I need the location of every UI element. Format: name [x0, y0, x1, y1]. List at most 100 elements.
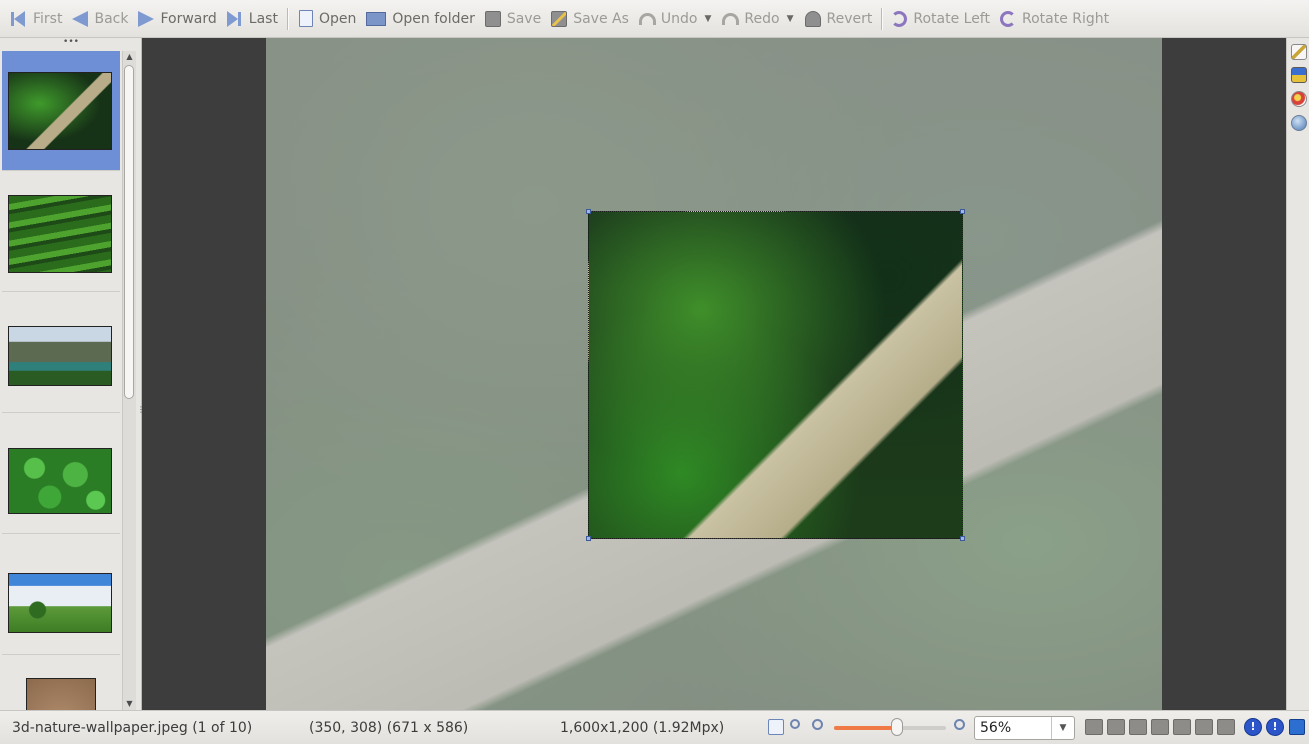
document-icon — [297, 10, 315, 28]
layout-mode-7-icon[interactable] — [1217, 719, 1235, 735]
fullscreen-icon[interactable] — [1289, 719, 1305, 735]
crop-handle-top-right[interactable] — [960, 209, 965, 214]
layout-mode-4-icon[interactable] — [1151, 719, 1169, 735]
undo-dropdown-icon[interactable]: ▼ — [704, 14, 711, 24]
save-label: Save — [506, 10, 542, 27]
thumbnail-item[interactable] — [2, 656, 120, 710]
selection-info: (350, 308) (671 x 586) — [309, 720, 469, 736]
properties-icon[interactable] — [1291, 67, 1307, 83]
scrollbar-thumb[interactable] — [124, 65, 134, 399]
open-label: Open — [318, 10, 357, 27]
strip-grip-icon[interactable]: ••• — [0, 38, 142, 50]
open-button[interactable]: Open — [292, 4, 361, 34]
thumbnail-scrollbar[interactable]: ▲ ▼ — [122, 51, 136, 710]
zoom-slider-fill — [834, 726, 897, 730]
redo-dropdown-icon[interactable]: ▼ — [787, 14, 794, 24]
pencil-floppy-icon — [551, 10, 569, 28]
image-dimensions: 1,600x1,200 (1.92Mpx) — [560, 720, 725, 736]
rotate-right-icon — [999, 10, 1018, 28]
thumbnail-list — [2, 51, 120, 710]
last-label: Last — [248, 10, 278, 27]
layout-mode-6-icon[interactable] — [1195, 719, 1213, 735]
zoom-out-icon[interactable] — [812, 719, 828, 735]
rotate-right-button[interactable]: Rotate Right — [995, 4, 1114, 34]
image-canvas[interactable] — [142, 38, 1286, 710]
first-label: First — [33, 10, 63, 27]
rotate-right-label: Rotate Right — [1021, 10, 1110, 27]
last-arrow-icon — [226, 10, 245, 28]
thumbnail-image-rice-terraces — [8, 195, 112, 273]
pencil-icon[interactable] — [1291, 44, 1307, 60]
crop-handle-bottom-left[interactable] — [586, 536, 591, 541]
back-arrow-icon — [72, 10, 90, 28]
layout-mode-1-icon[interactable] — [1085, 719, 1103, 735]
save-button[interactable]: Save — [480, 4, 546, 34]
last-button[interactable]: Last — [222, 4, 283, 34]
redo-button[interactable]: Redo — [717, 4, 784, 34]
back-button[interactable]: Back — [67, 4, 133, 34]
layout-mode-5-icon[interactable] — [1173, 719, 1191, 735]
thumbnail-item[interactable] — [2, 293, 120, 413]
thumbnail-image-stone-texture — [26, 678, 96, 710]
zoom-slider-knob[interactable] — [891, 718, 903, 736]
globe-icon[interactable] — [1291, 115, 1307, 131]
right-sidebar — [1286, 38, 1309, 710]
filename-label: 3d-nature-wallpaper.jpeg (1 of 10) — [12, 720, 253, 736]
revert-label: Revert — [826, 10, 873, 27]
open-folder-button[interactable]: Open folder — [361, 4, 479, 34]
undo-icon — [638, 10, 657, 28]
crop-handle-top-left[interactable] — [586, 209, 591, 214]
rotate-left-icon — [891, 10, 909, 28]
layout-mode-2-icon[interactable] — [1107, 719, 1125, 735]
info-alt-icon[interactable]: ! — [1266, 718, 1284, 736]
save-as-label: Save As — [573, 10, 629, 27]
undo-button[interactable]: Undo — [634, 4, 703, 34]
undo-label: Undo — [660, 10, 698, 27]
thumbnail-strip: ••• ▲ ▼ ⋮ — [0, 38, 145, 710]
color-icon[interactable] — [1291, 91, 1307, 107]
layout-mode-3-icon[interactable] — [1129, 719, 1147, 735]
thumbnail-item[interactable] — [2, 172, 120, 292]
thumbnail-item[interactable] — [2, 51, 120, 171]
thumbnail-image-green-leaves — [8, 448, 112, 514]
zoom-input[interactable] — [975, 717, 1048, 738]
toolbar-separator — [286, 7, 288, 30]
first-arrow-icon — [11, 10, 29, 28]
zoom-combobox[interactable]: ▼ — [974, 716, 1075, 740]
forward-label: Forward — [160, 10, 217, 27]
displayed-photo — [266, 38, 1162, 710]
info-icon[interactable]: ! — [1244, 718, 1262, 736]
scroll-down-icon[interactable]: ▼ — [123, 698, 136, 710]
scroll-up-icon[interactable]: ▲ — [123, 51, 136, 63]
main-toolbar: First Back Forward Last Open Open folder… — [0, 0, 1309, 38]
zoom-dropdown-icon[interactable]: ▼ — [1051, 717, 1074, 739]
rotate-left-button[interactable]: Rotate Left — [886, 4, 995, 34]
redo-icon — [722, 10, 740, 28]
forward-arrow-icon — [138, 10, 156, 28]
redo-label: Redo — [744, 10, 780, 27]
open-folder-label: Open folder — [392, 10, 475, 27]
zoom-slider[interactable] — [834, 726, 946, 730]
thumbnail-item[interactable] — [2, 535, 120, 655]
thumbnail-image-rock-arch-coast — [8, 326, 112, 386]
folder-icon — [366, 10, 388, 28]
status-bar: 3d-nature-wallpaper.jpeg (1 of 10) (350,… — [0, 710, 1309, 744]
first-button[interactable]: First — [6, 4, 67, 34]
forward-button[interactable]: Forward — [133, 4, 221, 34]
thumbnail-image-forest-boardwalk — [8, 72, 112, 150]
revert-icon — [804, 10, 823, 28]
toolbar-separator — [881, 7, 883, 30]
crop-handle-bottom-right[interactable] — [960, 536, 965, 541]
rotate-left-label: Rotate Left — [913, 10, 990, 27]
save-as-button[interactable]: Save As — [546, 4, 634, 34]
zoom-fit-icon[interactable] — [790, 719, 806, 735]
fit-window-icon[interactable] — [768, 719, 784, 735]
thumbnail-image-tree-on-meadow — [8, 573, 112, 633]
thumbnail-item[interactable] — [2, 414, 120, 534]
floppy-icon — [484, 10, 503, 28]
revert-button[interactable]: Revert — [800, 4, 878, 34]
back-label: Back — [94, 10, 129, 27]
zoom-in-icon[interactable] — [954, 719, 970, 735]
selection-rectangle[interactable] — [586, 209, 965, 541]
splitter-grip-icon[interactable]: ⋮ — [137, 406, 145, 420]
